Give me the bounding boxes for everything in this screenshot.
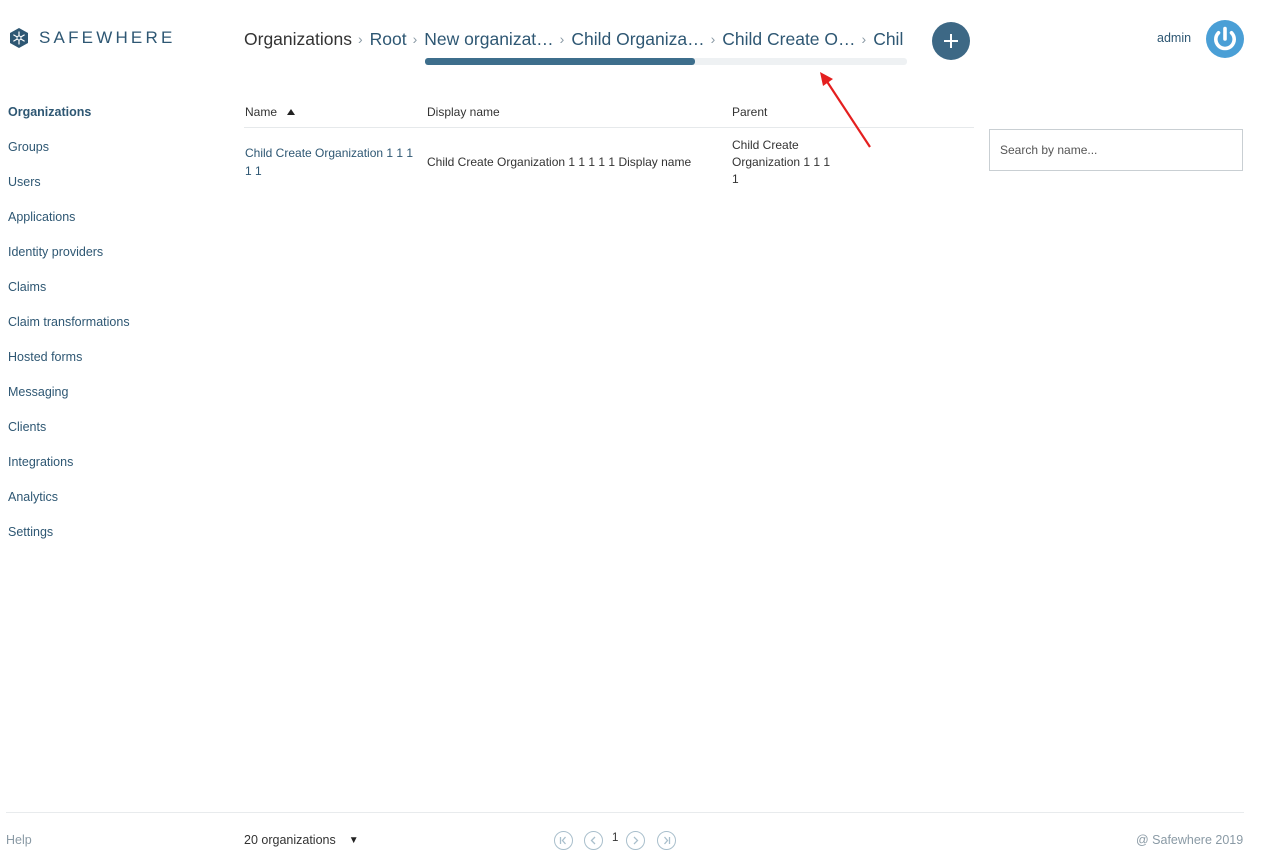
copyright-text: @ Safewhere 2019 <box>1136 833 1244 847</box>
sidebar-item-groups[interactable]: Groups <box>8 139 208 174</box>
breadcrumb-scrollbar-thumb[interactable] <box>425 58 695 65</box>
caret-down-icon: ▼ <box>348 834 359 846</box>
breadcrumb-item-child-organization[interactable]: Child Organiza… <box>571 29 704 50</box>
sidebar-item-analytics[interactable]: Analytics <box>8 489 208 524</box>
cell-parent: Child Create Organization 1 1 1 1 <box>732 137 831 186</box>
sidebar-item-identity-providers[interactable]: Identity providers <box>8 244 208 279</box>
sidebar-item-claim-transformations[interactable]: Claim transformations <box>8 314 208 349</box>
prev-page-icon <box>590 836 596 845</box>
breadcrumb-item-root[interactable]: Root <box>370 29 407 50</box>
cell-name[interactable]: Child Create Organization 1 1 1 1 1 <box>244 144 427 180</box>
column-header-name-label: Name <box>245 104 278 119</box>
column-header-display-name[interactable]: Display name <box>427 105 732 119</box>
logout-button[interactable] <box>1205 19 1245 59</box>
add-organization-button[interactable] <box>932 22 970 60</box>
breadcrumb-scrollbar[interactable] <box>425 58 907 65</box>
breadcrumb-item-organizations[interactable]: Organizations <box>244 29 352 50</box>
first-page-icon <box>559 836 566 845</box>
table-header: Name Display name Parent <box>244 96 974 128</box>
breadcrumb-item-child-truncated[interactable]: Chil <box>873 29 903 50</box>
page-size-select[interactable]: 20 organizations ▼ <box>244 833 359 847</box>
current-page-number: 1 <box>612 831 619 844</box>
sidebar-item-messaging[interactable]: Messaging <box>8 384 208 419</box>
previous-page-button[interactable] <box>584 831 603 850</box>
sidebar-item-integrations[interactable]: Integrations <box>8 454 208 489</box>
sidebar-item-hosted-forms[interactable]: Hosted forms <box>8 349 208 384</box>
help-link[interactable]: Help <box>6 833 32 847</box>
footer-divider <box>6 812 1244 813</box>
column-header-parent[interactable]: Parent <box>732 105 842 119</box>
snowflake-hexagon-icon <box>10 28 28 48</box>
column-header-name[interactable]: Name <box>244 105 427 119</box>
organizations-table: Name Display name Parent Child Create Or… <box>244 96 974 188</box>
sidebar-item-clients[interactable]: Clients <box>8 419 208 454</box>
user-name[interactable]: admin <box>1157 31 1191 45</box>
organization-count: 20 organizations <box>244 833 336 847</box>
next-page-icon <box>633 836 639 845</box>
breadcrumb-separator-icon: › <box>412 31 418 47</box>
last-page-button[interactable] <box>657 831 677 850</box>
search-input[interactable] <box>989 129 1243 171</box>
breadcrumb-separator-icon: › <box>861 31 867 47</box>
cell-display-name: Child Create Organization 1 1 1 1 1 Disp… <box>427 155 692 169</box>
sidebar-item-claims[interactable]: Claims <box>8 279 208 314</box>
brand-name: SAFEWHERE <box>39 28 176 47</box>
pagination: 1 <box>554 831 677 850</box>
breadcrumb-separator-icon: › <box>710 31 716 47</box>
breadcrumb-item-child-create-organization[interactable]: Child Create O… <box>722 29 855 50</box>
first-page-button[interactable] <box>554 831 573 850</box>
sidebar-item-applications[interactable]: Applications <box>8 209 208 244</box>
breadcrumb-separator-icon: › <box>559 31 565 47</box>
sidebar-item-users[interactable]: Users <box>8 174 208 209</box>
sidebar-item-settings[interactable]: Settings <box>8 524 208 559</box>
table-row[interactable]: Child Create Organization 1 1 1 1 1 Chil… <box>244 128 974 188</box>
plus-icon <box>944 34 958 48</box>
brand-logo[interactable]: SAFEWHERE <box>8 27 175 49</box>
next-page-button[interactable] <box>626 831 646 850</box>
breadcrumb: Organizations › Root › New organizat… › … <box>244 28 907 50</box>
power-icon <box>1206 20 1244 58</box>
sidebar-nav: Organizations Groups Users Applications … <box>8 104 208 559</box>
breadcrumb-item-new-organization[interactable]: New organizat… <box>424 29 553 50</box>
sidebar-item-organizations[interactable]: Organizations <box>8 104 208 139</box>
last-page-icon <box>664 836 671 845</box>
sort-ascending-icon <box>287 108 296 115</box>
breadcrumb-separator-icon: › <box>357 31 363 47</box>
